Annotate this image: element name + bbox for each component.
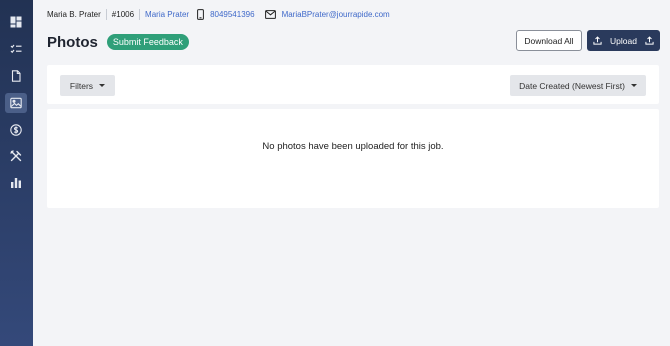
job-number: #1006: [111, 9, 135, 19]
filter-bar: Filters Date Created (Newest First): [47, 65, 659, 104]
mail-icon: [264, 9, 276, 19]
upload-button[interactable]: Upload: [587, 30, 660, 51]
caret-down-icon: [99, 84, 106, 87]
tools-icon: [10, 150, 22, 162]
email-link[interactable]: MariaBPrater@jourrapide.com: [282, 10, 390, 19]
phone-link[interactable]: 8049541396: [210, 10, 255, 19]
customer-name: Maria B. Prater: [47, 9, 101, 19]
sidebar-item-dashboard[interactable]: [5, 12, 27, 32]
empty-state-message: No photos have been uploaded for this jo…: [262, 141, 444, 152]
document-icon: [11, 70, 21, 82]
dollar-icon: [10, 124, 22, 136]
contact-name-link[interactable]: Maria Prater: [145, 10, 189, 19]
caret-down-icon: [630, 84, 637, 87]
phone-icon: [197, 8, 204, 20]
bar-chart-icon: [11, 178, 21, 188]
job-header: Maria B. Prater #1006 Maria Prater 80495…: [47, 0, 390, 28]
upload-icon: [593, 36, 602, 45]
filters-dropdown[interactable]: Filters: [60, 75, 115, 96]
submit-feedback-button[interactable]: Submit Feedback: [106, 34, 189, 50]
photos-panel: No photos have been uploaded for this jo…: [47, 109, 659, 208]
divider: [139, 8, 141, 20]
filters-label: Filters: [69, 80, 94, 91]
sidebar: [0, 0, 33, 346]
sidebar-item-checklist[interactable]: [5, 39, 27, 59]
upload-icon: [645, 36, 654, 45]
title-row: Photos Submit Feedback: [47, 31, 189, 53]
sidebar-item-photos[interactable]: [5, 93, 27, 113]
sort-select[interactable]: Date Created (Newest First): [510, 75, 646, 96]
sidebar-item-tools[interactable]: [5, 146, 27, 166]
dashboard-icon: [10, 16, 22, 28]
sidebar-item-billing[interactable]: [5, 120, 27, 140]
sidebar-item-documents[interactable]: [5, 66, 27, 86]
checklist-icon: [10, 44, 22, 54]
app: Maria B. Prater #1006 Maria Prater 80495…: [0, 0, 670, 346]
sidebar-item-reports[interactable]: [5, 173, 27, 193]
download-all-button[interactable]: Download All: [516, 30, 582, 51]
photos-icon: [10, 97, 22, 109]
divider: [105, 8, 107, 20]
upload-label: Upload: [610, 35, 637, 46]
sort-selected-value: Date Created (Newest First): [519, 80, 625, 91]
page-title: Photos: [47, 33, 98, 51]
